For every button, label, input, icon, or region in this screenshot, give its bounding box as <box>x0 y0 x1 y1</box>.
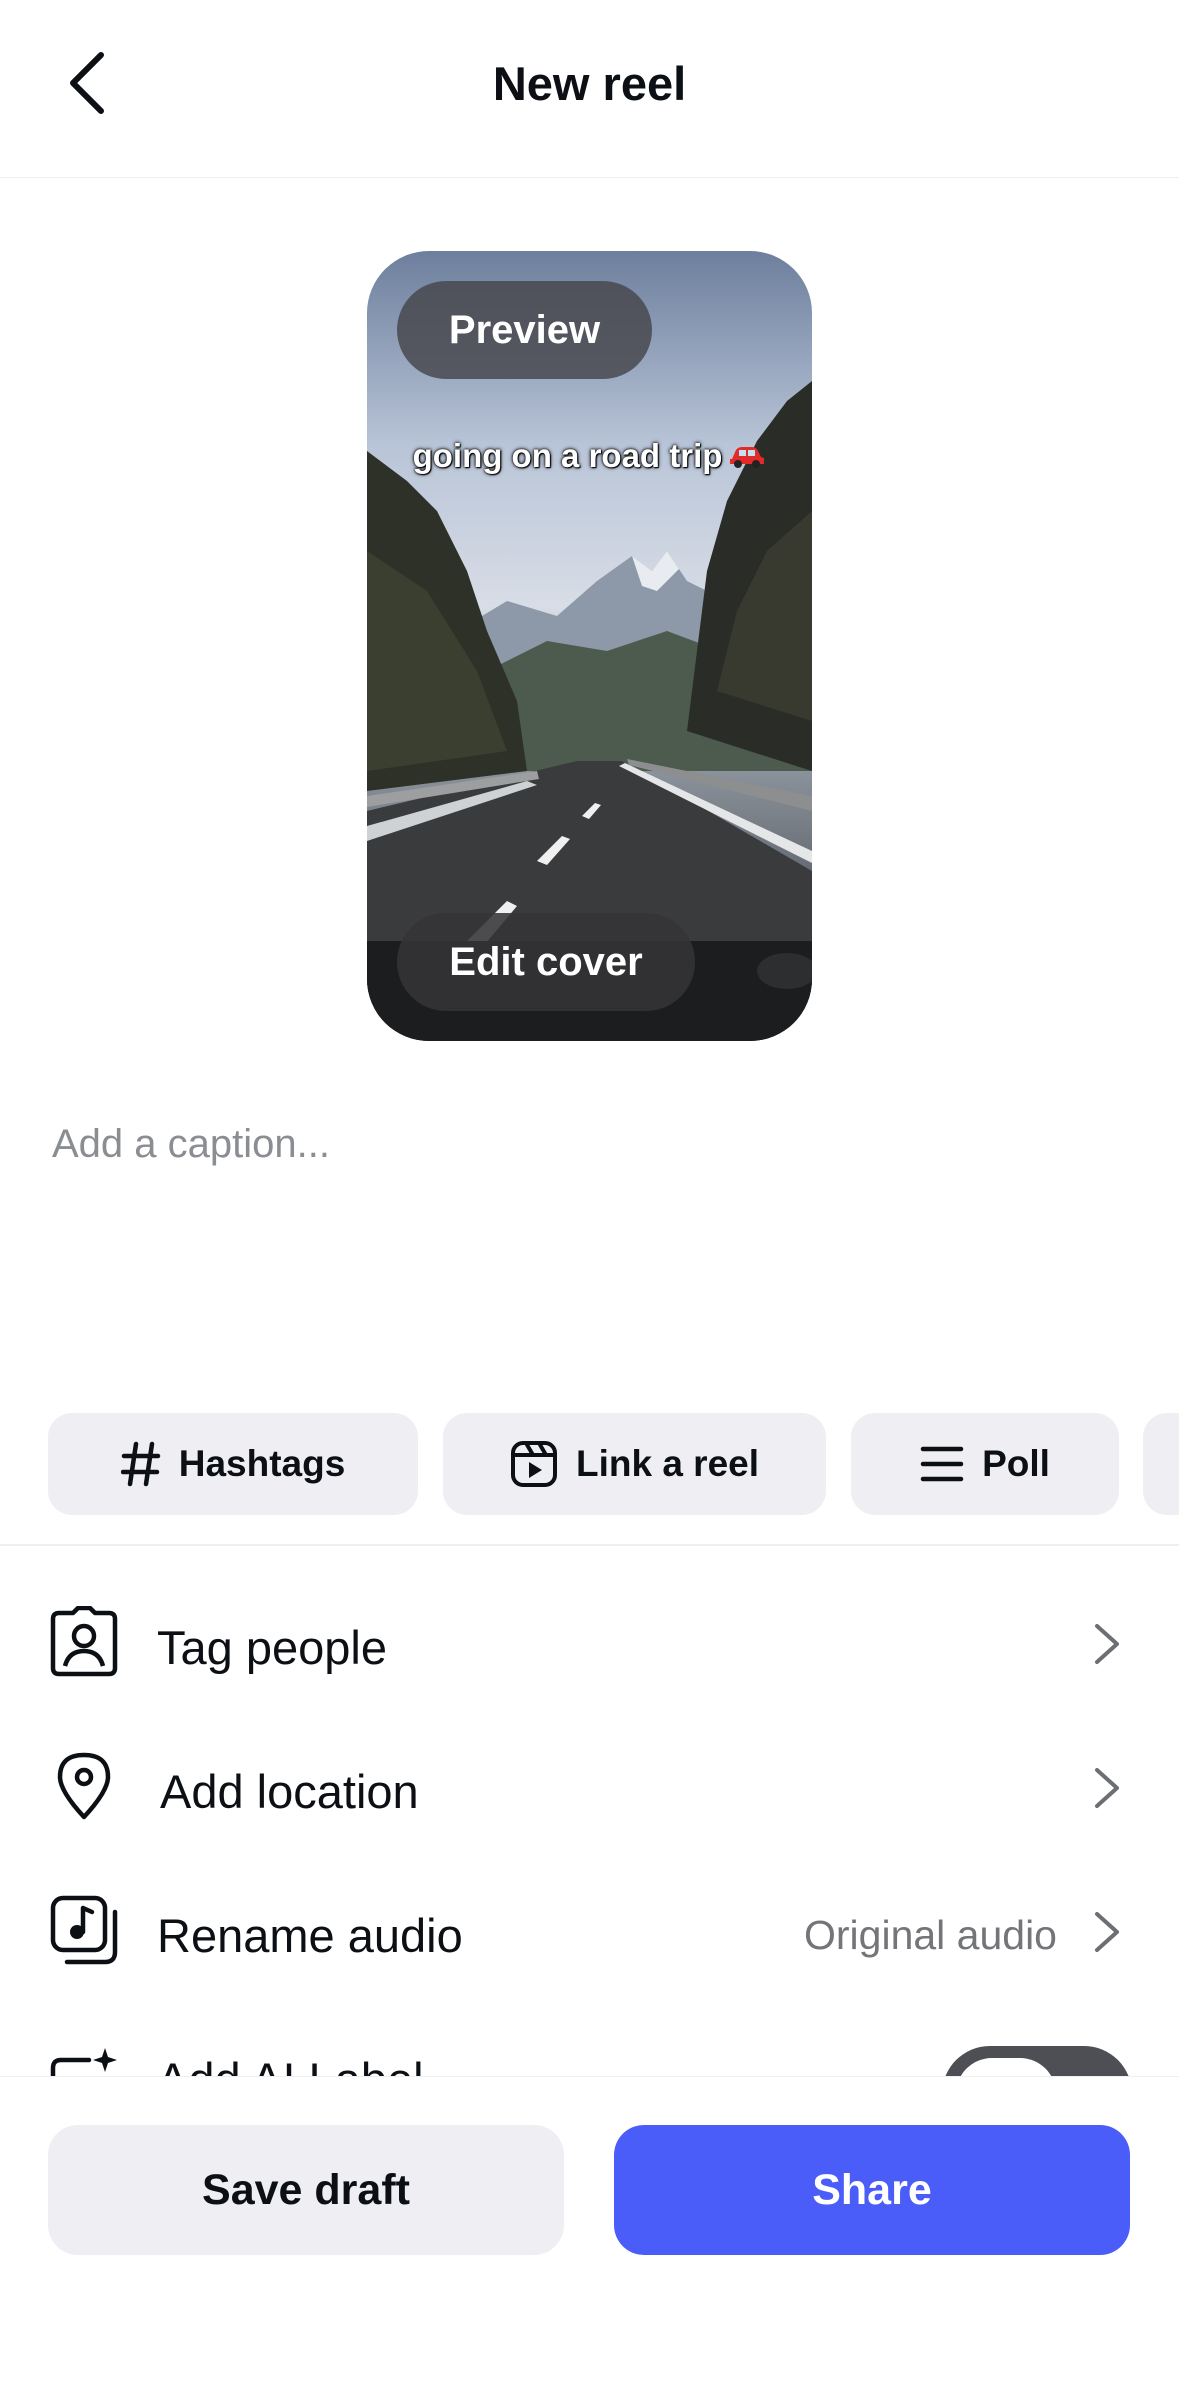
more-chip[interactable] <box>1143 1413 1179 1515</box>
section-divider <box>0 1544 1179 1546</box>
ai-label-row[interactable]: Add AI Label <box>0 2014 1179 2076</box>
chevron-right-icon <box>1095 1624 1119 1664</box>
link-a-reel-label: Link a reel <box>575 1443 760 1484</box>
red-car-icon <box>728 439 766 477</box>
chevron-right-icon <box>1095 1768 1119 1808</box>
rename-audio-row[interactable]: Rename audio Original audio <box>0 1870 1179 1990</box>
ai-sparkle-icon <box>48 2034 120 2076</box>
chevron-right-icon <box>1095 1912 1119 1952</box>
tag-person-icon <box>48 1602 120 1682</box>
tag-people-row[interactable]: Tag people <box>0 1582 1179 1702</box>
toggle-knob <box>956 2058 1056 2076</box>
poll-label: Poll <box>982 1443 1050 1484</box>
rename-audio-label: Rename audio <box>157 1909 463 1962</box>
add-location-label: Add location <box>160 1765 419 1818</box>
ai-label-label: Add AI Label <box>157 2052 424 2076</box>
audio-value: Original audio <box>804 1912 1057 1958</box>
caption-input[interactable]: Add a caption... <box>52 1122 330 1167</box>
share-button[interactable]: Share <box>614 2125 1130 2255</box>
poll-chip[interactable]: Poll <box>851 1413 1119 1515</box>
list-icon <box>920 1446 964 1482</box>
reel-icon <box>510 1441 557 1487</box>
location-pin-icon <box>48 1746 120 1826</box>
hashtags-chip[interactable]: Hashtags <box>48 1413 418 1515</box>
page-title: New reel <box>492 57 687 110</box>
ai-label-toggle[interactable] <box>942 2046 1132 2076</box>
hashtag-icon <box>120 1441 160 1487</box>
header: New reel <box>0 0 1179 178</box>
reel-overlay-caption: going on a road trip <box>412 437 723 474</box>
suggestion-chips: Hashtags Link a reel Poll <box>0 1413 1179 1515</box>
link-a-reel-chip[interactable]: Link a reel <box>443 1413 826 1515</box>
bottom-action-bar: Save draft Share <box>0 2076 1179 2396</box>
music-note-icon <box>48 1890 120 1970</box>
preview-button[interactable]: Preview <box>397 281 652 379</box>
add-location-row[interactable]: Add location <box>0 1726 1179 1846</box>
tag-people-label: Tag people <box>157 1621 387 1674</box>
edit-cover-button[interactable]: Edit cover <box>397 913 695 1011</box>
reel-overlay-text: going on a road trip <box>367 437 812 477</box>
hashtags-label: Hashtags <box>178 1443 346 1484</box>
reel-thumbnail[interactable]: Preview going on a road trip Edit cover <box>367 251 812 1041</box>
save-draft-button[interactable]: Save draft <box>48 2125 564 2255</box>
